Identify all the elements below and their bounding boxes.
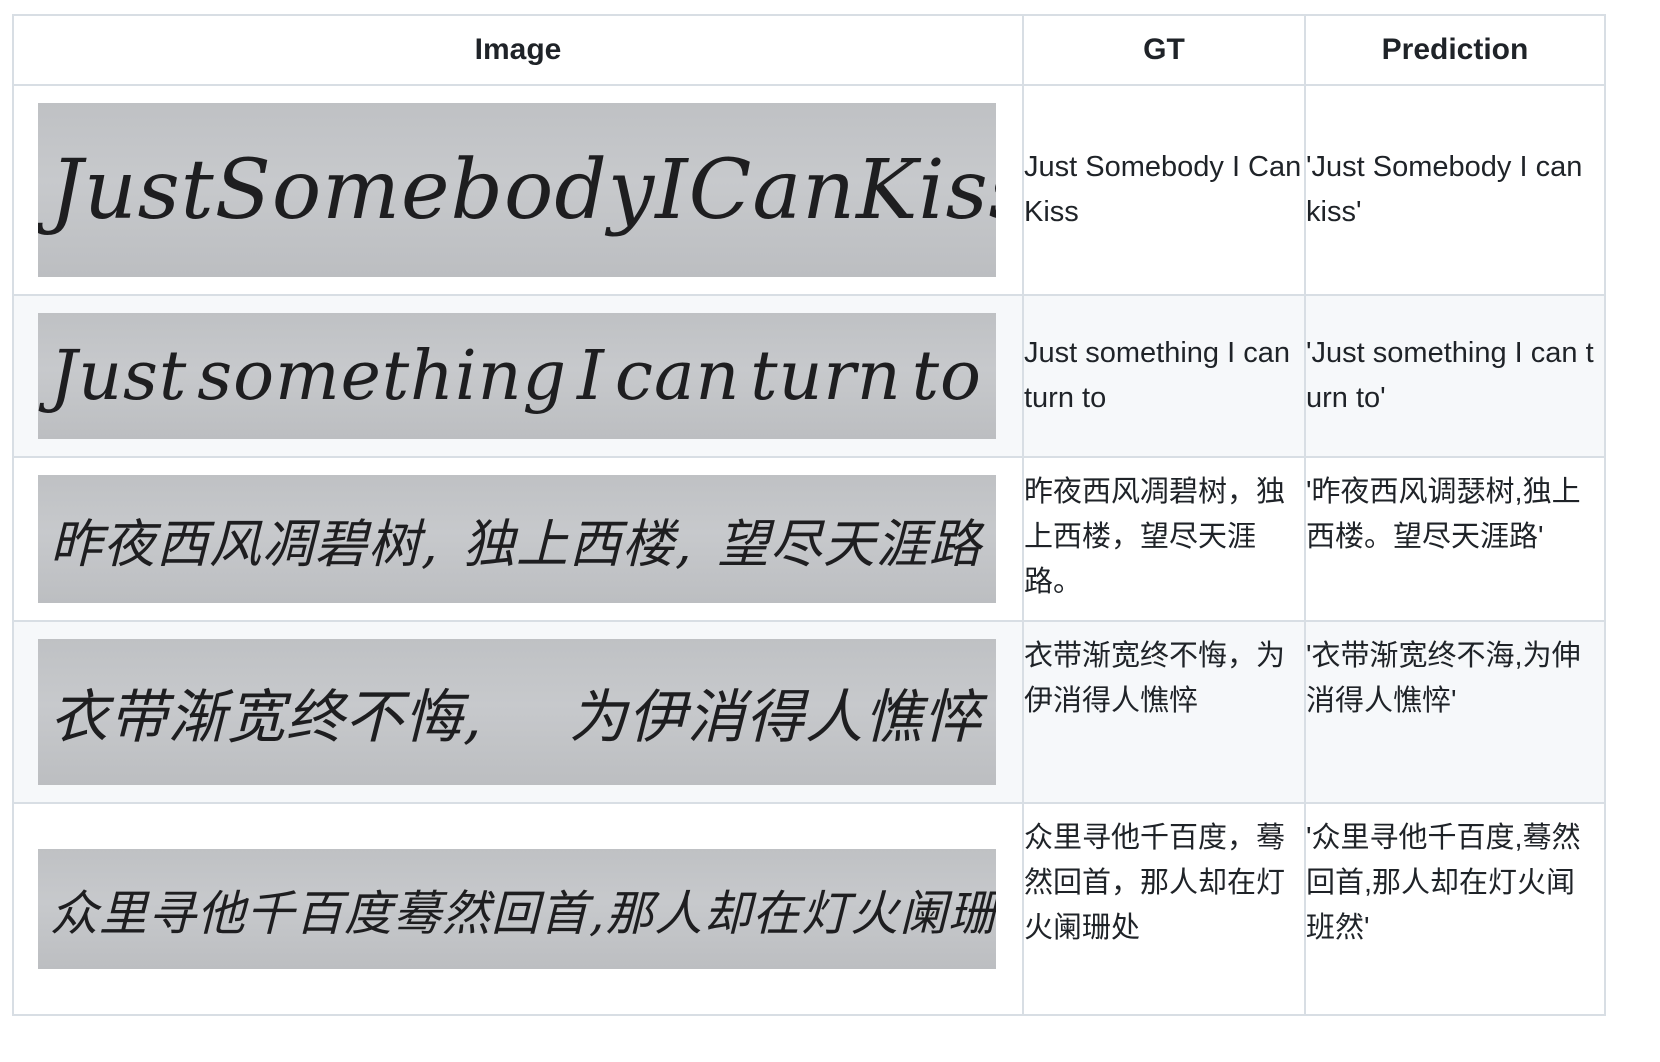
handwriting-image: Just something I can turn to <box>38 313 996 439</box>
gt-cell: 昨夜西风凋碧树，独上西楼，望尽天涯路。 <box>1022 456 1306 622</box>
table-row: 衣带渐宽终不悔, 为伊消得人憔悴 衣带渐宽终不悔，为伊消得人憔悴 '衣带渐宽终不… <box>12 620 1606 804</box>
handwriting-phrase: 独上西楼, <box>462 514 693 575</box>
image-cell: Just Somebody I Can Kiss <box>12 84 1024 296</box>
prediction-cell: '昨夜西风调瑟树,独上西楼。望尽天涯路' <box>1304 456 1606 622</box>
handwriting-phrase: 众里寻他千百度 <box>50 886 394 942</box>
image-cell: Just something I can turn to <box>12 294 1024 458</box>
gt-cell: Just something I can turn to <box>1022 294 1306 458</box>
handwriting-phrase: 那人却在灯火阑珊处 <box>605 886 996 942</box>
handwriting-word: Kiss <box>856 142 996 238</box>
table-row: Just something I can turn to Just someth… <box>12 294 1606 458</box>
prediction-cell: 'Just Somebody I can kiss' <box>1304 84 1606 296</box>
handwriting-word: to <box>911 336 982 416</box>
prediction-cell: 'Just something I can turn to' <box>1304 294 1606 458</box>
handwriting-image: Just Somebody I Can Kiss <box>38 103 996 277</box>
handwriting-word: I <box>577 336 605 416</box>
handwriting-phrase: 望尽天涯路 <box>716 514 982 575</box>
handwriting-phrase: 为伊消得人憔悴 <box>568 683 982 751</box>
handwriting-word: something <box>197 336 568 416</box>
handwriting-phrase: 昨夜西风凋碧树, <box>50 514 439 575</box>
handwriting-word: Just <box>50 142 215 238</box>
handwriting-word: can <box>614 336 741 416</box>
handwriting-word: Just <box>50 336 188 416</box>
handwriting-image: 众里寻他千百度 蓦然回首, 那人却在灯火阑珊处 <box>38 849 996 969</box>
header-row: Image GT Prediction <box>12 14 1606 86</box>
handwriting-phrase: 衣带渐宽终不悔, <box>50 683 483 751</box>
handwriting-image: 衣带渐宽终不悔, 为伊消得人憔悴 <box>38 639 996 785</box>
handwriting-word: turn <box>750 336 902 416</box>
gt-cell: Just Somebody I Can Kiss <box>1022 84 1306 296</box>
gt-cell: 众里寻他千百度，蓦然回首，那人却在灯火阑珊处 <box>1022 802 1306 1016</box>
image-cell: 衣带渐宽终不悔, 为伊消得人憔悴 <box>12 620 1024 804</box>
results-table: Image GT Prediction Just Somebody I Can … <box>12 14 1606 1016</box>
table-row: 众里寻他千百度 蓦然回首, 那人却在灯火阑珊处 众里寻他千百度，蓦然回首，那人却… <box>12 802 1606 1016</box>
prediction-cell: '衣带渐宽终不海,为伸消得人憔悴' <box>1304 620 1606 804</box>
image-cell: 昨夜西风凋碧树, 独上西楼, 望尽天涯路 <box>12 456 1024 622</box>
table-row: Just Somebody I Can Kiss Just Somebody I… <box>12 84 1606 296</box>
header-gt: GT <box>1022 14 1306 86</box>
handwriting-word: I <box>655 142 689 238</box>
gt-cell: 衣带渐宽终不悔，为伊消得人憔悴 <box>1022 620 1306 804</box>
handwriting-word: Somebody <box>214 142 656 238</box>
results-page: Image GT Prediction Just Somebody I Can … <box>0 0 1660 1062</box>
header-prediction: Prediction <box>1304 14 1606 86</box>
image-cell: 众里寻他千百度 蓦然回首, 那人却在灯火阑珊处 <box>12 802 1024 1016</box>
handwriting-phrase: 蓦然回首, <box>393 886 606 942</box>
table-row: 昨夜西风凋碧树, 独上西楼, 望尽天涯路 昨夜西风凋碧树，独上西楼，望尽天涯路。… <box>12 456 1606 622</box>
header-image: Image <box>12 14 1024 86</box>
handwriting-image: 昨夜西风凋碧树, 独上西楼, 望尽天涯路 <box>38 475 996 603</box>
prediction-cell: '众里寻他千百度,蓦然回首,那人却在灯火闻班然' <box>1304 802 1606 1016</box>
handwriting-word: Can <box>688 142 857 238</box>
